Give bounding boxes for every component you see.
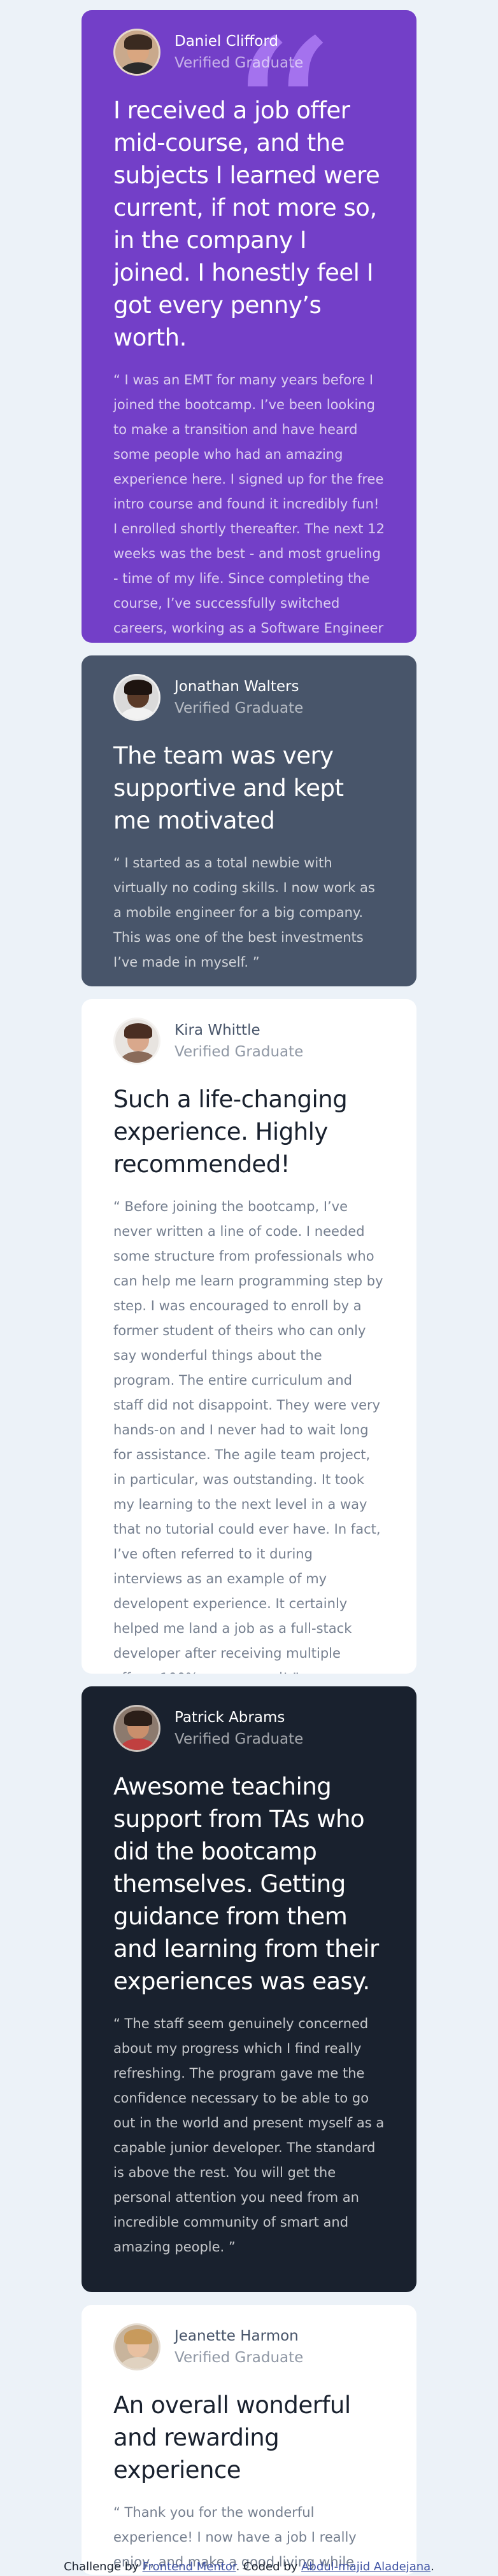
testimonial-quote: “ Before joining the bootcamp, I’ve neve… (113, 1199, 383, 1674)
person-name: Patrick Abrams (174, 1709, 285, 1726)
testimonial-card-jeanette: Jeanette Harmon Verified Graduate An ove… (82, 2305, 416, 2575)
testimonial-person: Jeanette Harmon Verified Graduate (113, 2323, 385, 2371)
avatar (113, 1705, 160, 1752)
person-name: Daniel Clifford (174, 33, 279, 50)
testimonial-person: Kira Whittle Verified Graduate (113, 1017, 385, 1065)
testimonial-card-daniel: “ Daniel Clifford Verified Graduate I re… (82, 10, 416, 643)
person-name: Jeanette Harmon (174, 2328, 299, 2344)
person-role: Verified Graduate (174, 2349, 304, 2366)
attribution: Challenge by Frontend Mentor. Coded by A… (0, 2558, 498, 2576)
testimonial-person: Patrick Abrams Verified Graduate (113, 1704, 385, 1753)
person-name: Kira Whittle (174, 1022, 260, 1039)
testimonial-quote: “ I started as a total newbie with virtu… (113, 855, 375, 970)
testimonial-headline: I received a job offer mid-course, and t… (113, 97, 380, 351)
testimonial-person: Daniel Clifford Verified Graduate (113, 28, 385, 76)
testimonial-headline: Such a life-changing experience. Highly … (113, 1086, 348, 1178)
person-name: Jonathan Walters (174, 678, 299, 695)
attribution-prefix: Challenge by (64, 2560, 143, 2573)
testimonial-quote: “ The staff seem genuinely concerned abo… (113, 2016, 385, 2255)
person-role: Verified Graduate (174, 700, 304, 717)
testimonial-quote: “ I was an EMT for many years before I j… (113, 372, 385, 636)
testimonial-headline: An overall wonderful and rewarding exper… (113, 2391, 351, 2484)
frontend-mentor-link[interactable]: Frontend Mentor (143, 2560, 236, 2573)
person-role: Verified Graduate (174, 1731, 304, 1747)
testimonial-card-patrick: Patrick Abrams Verified Graduate Awesome… (82, 1686, 416, 2292)
avatar (113, 2323, 160, 2370)
person-role: Verified Graduate (174, 55, 304, 71)
testimonial-headline: Awesome teaching support from TAs who di… (113, 1773, 379, 1995)
attribution-suffix: . (430, 2560, 434, 2573)
testimonial-person: Jonathan Walters Verified Graduate (113, 673, 385, 722)
testimonial-card-kira: Kira Whittle Verified Graduate Such a li… (82, 999, 416, 1674)
avatar (113, 29, 160, 76)
attribution-middle: . Coded by (236, 2560, 302, 2573)
testimonial-headline: The team was very supportive and kept me… (113, 742, 344, 834)
author-link[interactable]: Abdul-majid Aladejana (301, 2560, 430, 2573)
avatar (113, 674, 160, 721)
avatar (113, 1018, 160, 1065)
person-role: Verified Graduate (174, 1044, 304, 1060)
testimonial-card-jonathan: Jonathan Walters Verified Graduate The t… (82, 655, 416, 986)
